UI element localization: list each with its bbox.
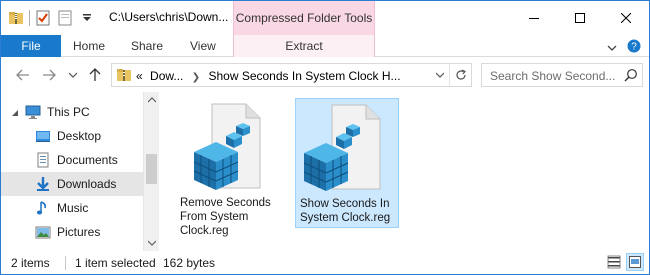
sidebar-item-downloads[interactable]: Downloads [1, 172, 143, 196]
forward-arrow-icon [43, 69, 56, 81]
minimize-icon [529, 18, 539, 19]
breadcrumb-item[interactable]: Show Seconds In System Clock H... [208, 69, 400, 83]
scroll-down-icon[interactable] [144, 235, 160, 251]
window-controls [511, 1, 649, 35]
tab-file[interactable]: File [1, 35, 61, 57]
context-tab-group: Compressed Folder Tools [233, 1, 375, 35]
file-explorer-window: C:\Users\chris\Down... Compressed Folder… [0, 0, 650, 275]
back-arrow-icon [16, 69, 29, 81]
up-button[interactable] [87, 66, 103, 84]
chevron-down-icon [436, 72, 444, 78]
tab-share[interactable]: Share [131, 35, 163, 57]
sidebar-item-desktop[interactable]: Desktop [1, 124, 143, 148]
registry-file-icon [193, 103, 261, 190]
ribbon-tabs: File Home Share View Extract ? [1, 35, 649, 57]
sidebar-item-this-pc[interactable]: This PC [1, 100, 143, 124]
expand-ribbon-icon[interactable] [607, 41, 617, 55]
sidebar-item-label: This PC [47, 105, 90, 119]
quick-access-toolbar [7, 7, 96, 29]
tab-extract[interactable]: Extract [233, 35, 375, 57]
desktop-folder-icon [35, 128, 51, 144]
pictures-folder-icon [35, 224, 51, 240]
address-history-button[interactable] [433, 67, 447, 83]
navigation-pane-scrollbar[interactable] [143, 92, 159, 251]
details-view-icon [607, 255, 621, 269]
file-list: Remove Seconds From System Clock.reg Sho… [160, 92, 649, 251]
new-folder-icon[interactable] [56, 9, 74, 27]
close-button[interactable] [603, 1, 649, 35]
status-divider [65, 256, 66, 270]
documents-folder-icon [35, 152, 51, 168]
title-bar: C:\Users\chris\Down... Compressed Folder… [1, 1, 649, 35]
registry-file-icon [303, 104, 381, 191]
expanded-chevron-icon[interactable] [11, 106, 19, 120]
search-placeholder: Search Show Second... [490, 69, 616, 83]
sidebar-item-music[interactable]: Music [1, 196, 143, 220]
tab-home[interactable]: Home [73, 35, 105, 57]
context-group-label: Compressed Folder Tools [235, 11, 373, 25]
folder-zip-icon [7, 9, 25, 27]
downloads-folder-icon [35, 176, 51, 192]
maximize-icon [575, 13, 585, 23]
close-icon [621, 13, 631, 23]
sidebar-item-documents[interactable]: Documents [1, 148, 143, 172]
tab-view[interactable]: View [190, 35, 216, 57]
svg-text:?: ? [631, 42, 637, 53]
back-button[interactable] [15, 66, 31, 84]
customize-toolbar-chevron-icon[interactable] [78, 9, 96, 27]
address-bar[interactable]: « Dow... ❯ Show Seconds In System Clock … [111, 63, 472, 87]
file-item-show-seconds[interactable]: Show Seconds In System Clock.reg [295, 98, 399, 228]
large-icons-view-button[interactable] [626, 253, 644, 271]
toolbar-divider [29, 10, 30, 26]
recent-locations-button[interactable] [65, 66, 81, 84]
file-name: Remove Seconds From System Clock.reg [180, 197, 271, 237]
refresh-button[interactable] [449, 64, 471, 86]
properties-icon[interactable] [34, 9, 52, 27]
zip-folder-icon [116, 67, 132, 86]
ribbon-right-controls: ? [607, 39, 641, 56]
refresh-icon [455, 69, 466, 80]
breadcrumb-item[interactable]: Dow... [150, 69, 183, 83]
navigation-bar: « Dow... ❯ Show Seconds In System Clock … [1, 58, 649, 92]
up-arrow-icon [89, 68, 101, 81]
breadcrumb-overflow[interactable]: « [136, 69, 143, 83]
maximize-button[interactable] [557, 1, 603, 35]
selection-size: 162 bytes [163, 256, 216, 270]
file-item-remove-seconds[interactable]: Remove Seconds From System Clock.reg [176, 98, 280, 237]
navigation-pane: This PC Desktop Documents Downloads Musi… [1, 92, 159, 251]
scroll-up-icon[interactable] [144, 92, 160, 108]
large-icons-view-icon [629, 256, 641, 268]
this-pc-icon [25, 104, 41, 120]
help-icon[interactable]: ? [627, 39, 641, 56]
sidebar-item-label: Desktop [57, 129, 102, 143]
details-view-button[interactable] [605, 253, 623, 271]
breadcrumb: « Dow... ❯ Show Seconds In System Clock … [136, 69, 401, 83]
scrollbar-thumb[interactable] [146, 154, 157, 184]
status-bar: 2 items 1 item selected 162 bytes [1, 251, 649, 274]
forward-button[interactable] [41, 66, 57, 84]
file-name: Show Seconds In System Clock.reg [300, 198, 391, 224]
sidebar-item-pictures[interactable]: Pictures [1, 220, 143, 244]
sidebar-item-label: Music [57, 201, 89, 215]
item-count: 2 items [11, 256, 50, 270]
selection-count: 1 item selected [75, 256, 156, 270]
search-icon[interactable] [624, 68, 638, 85]
window-title: C:\Users\chris\Down... [109, 10, 229, 24]
sidebar-item-label: Pictures [57, 225, 101, 239]
search-input[interactable]: Search Show Second... [481, 63, 643, 87]
breadcrumb-separator-icon[interactable]: ❯ [192, 72, 200, 83]
sidebar-item-label: Documents [57, 153, 118, 167]
sidebar-item-label: Downloads [57, 177, 117, 191]
chevron-down-icon [69, 72, 77, 78]
minimize-button[interactable] [511, 1, 557, 35]
music-folder-icon [35, 200, 51, 216]
